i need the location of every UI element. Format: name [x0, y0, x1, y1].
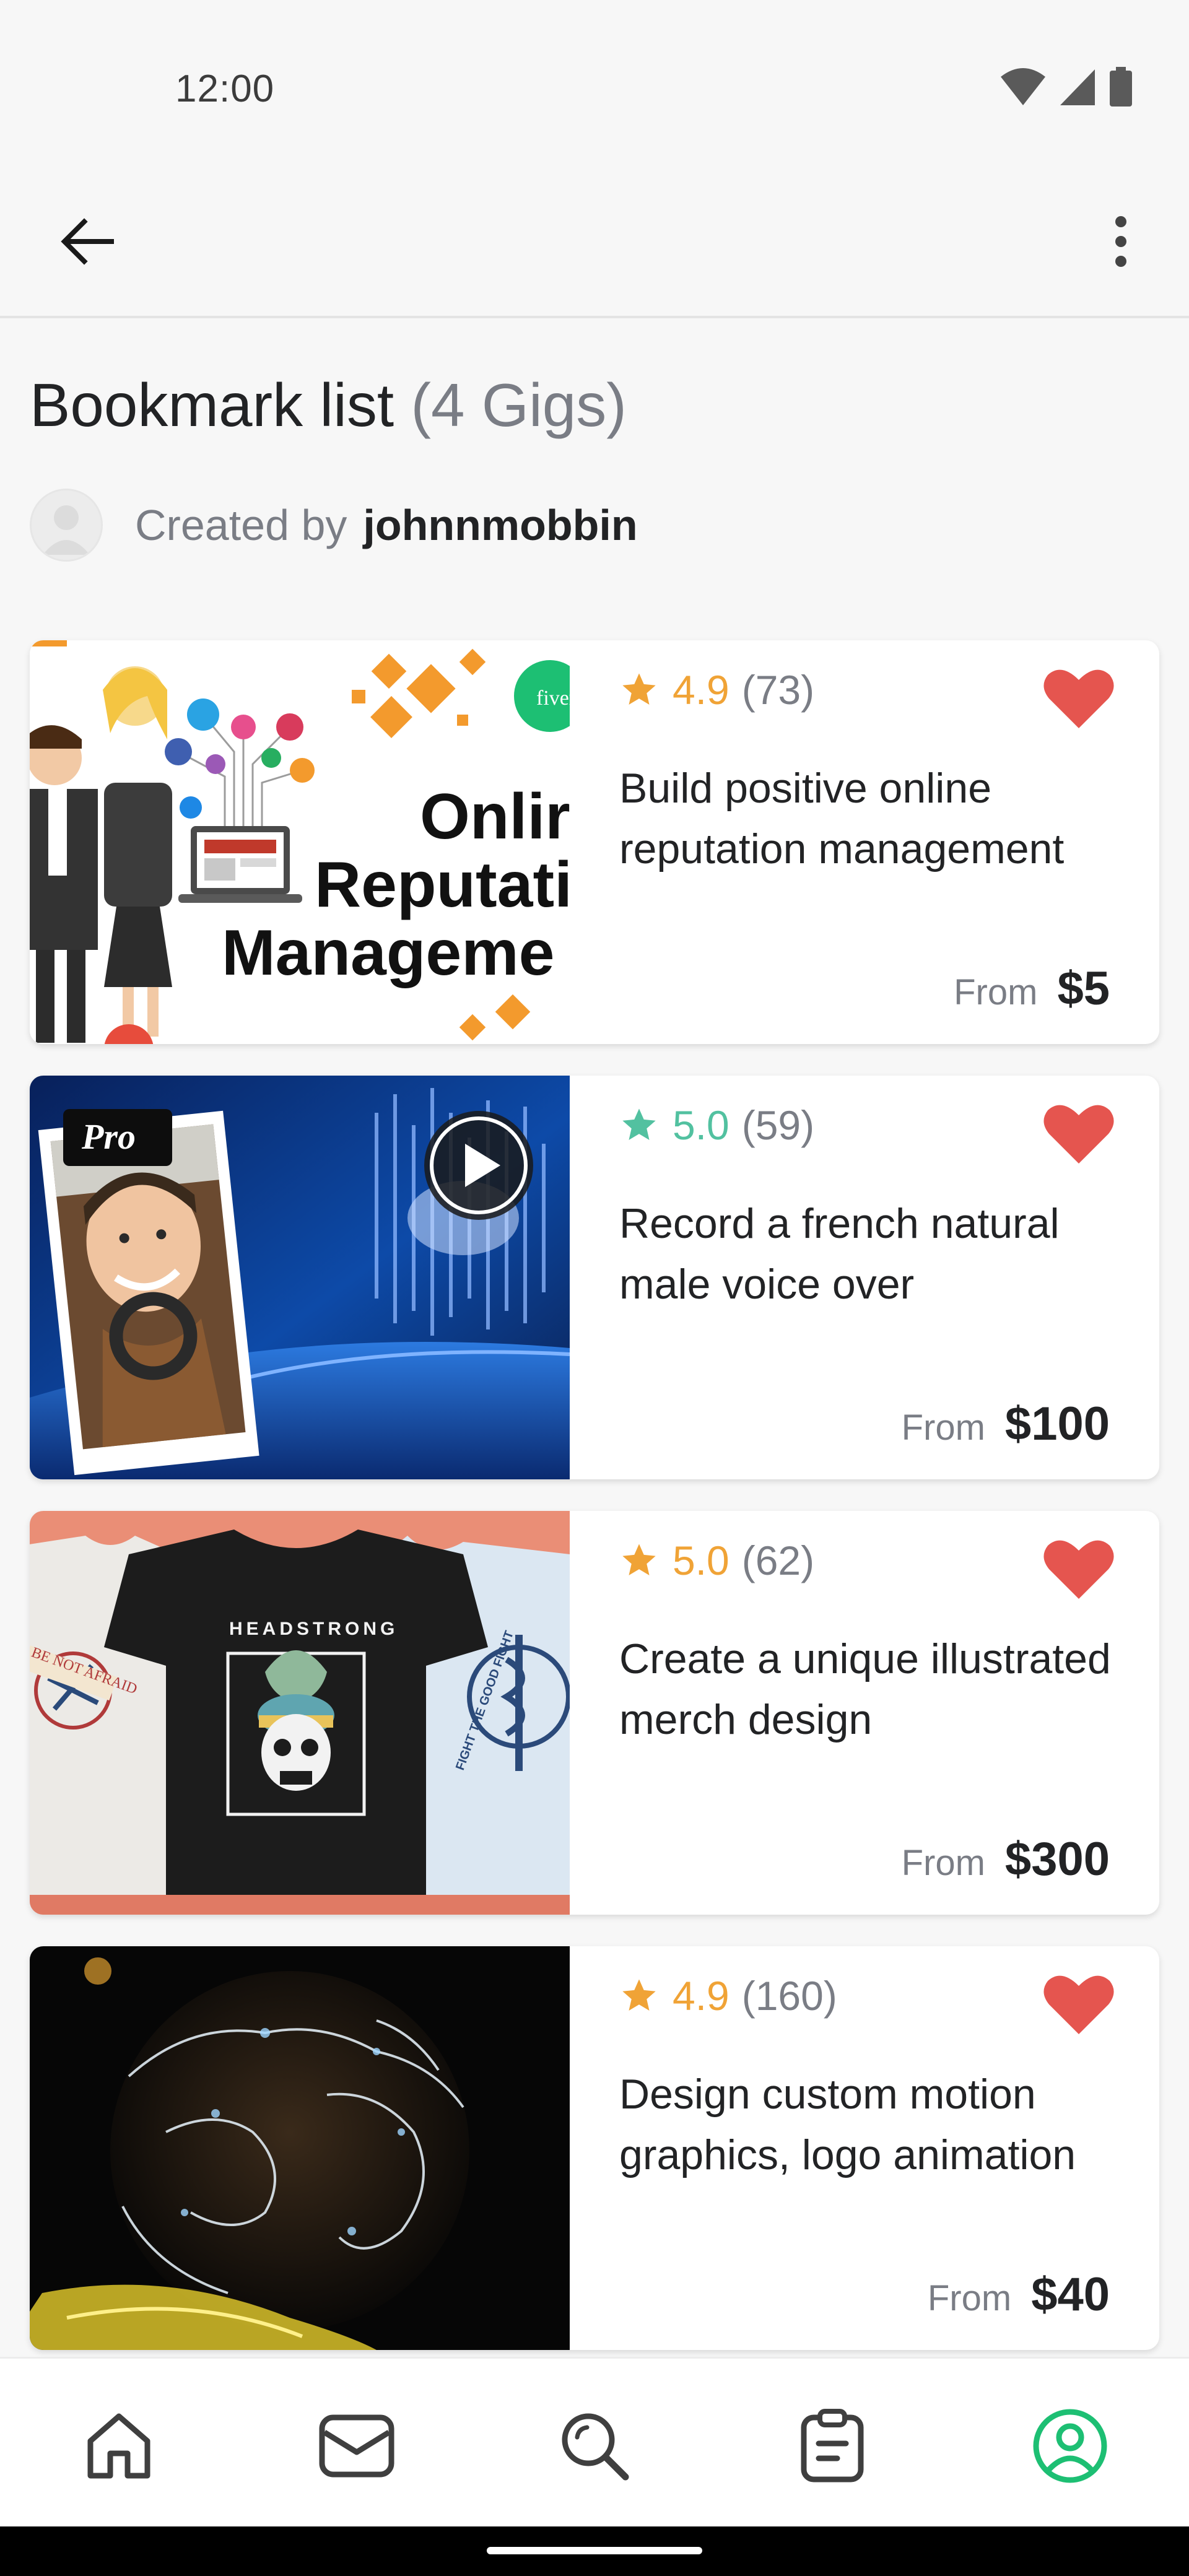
online-reputation-illustration: fiverr O [30, 640, 570, 1044]
rating-score: 5.0 [673, 1538, 730, 1583]
page-title: Bookmark list (4 Gigs) [30, 370, 627, 440]
arrow-back-icon [61, 218, 114, 265]
glowing-globe [30, 1946, 570, 2350]
creator-avatar[interactable] [30, 489, 103, 562]
gig-title[interactable]: Create a unique illustrated merch design [619, 1629, 1133, 1750]
gig-thumbnail[interactable] [30, 1946, 570, 2350]
nav-search[interactable] [551, 2403, 638, 2489]
nav-orders[interactable] [789, 2403, 876, 2489]
gig-thumbnail[interactable]: Pro [30, 1076, 570, 1479]
more-options-button[interactable] [1078, 198, 1164, 285]
app-bar [0, 161, 1189, 318]
gig-rating: 5.0 (59) [619, 1102, 814, 1149]
page-title-text: Bookmark list [30, 371, 394, 439]
mail-icon [319, 2414, 394, 2478]
from-label: From [927, 2278, 1012, 2318]
nav-inbox[interactable] [313, 2403, 400, 2489]
heart-icon[interactable] [1043, 1103, 1115, 1165]
profile-icon [1033, 2409, 1107, 2483]
gig-rating: 5.0 (62) [619, 1537, 814, 1584]
price-row: From $5 [954, 962, 1110, 1016]
gig-card[interactable]: fiverr O [30, 640, 1159, 1044]
gig-title[interactable]: Build positive online reputation managem… [619, 758, 1133, 879]
gig-thumbnail[interactable]: fiverr O [30, 640, 570, 1044]
more-vertical-icon [1115, 216, 1126, 267]
star-icon [622, 1979, 656, 2011]
home-gesture-handle[interactable] [487, 2547, 702, 2554]
battery-icon [1110, 67, 1132, 107]
tshirt-designs: BE NOT AFRAID FIGHT THE GOOD FIGHT HEADS… [30, 1511, 570, 1915]
gig-card[interactable]: Pro 5.0 (59) Record a french natural mal… [30, 1076, 1159, 1479]
nav-home[interactable] [76, 2403, 162, 2489]
review-count: (73) [741, 667, 815, 713]
gig-info[interactable]: 5.0 (62) Create a unique illustrated mer… [570, 1511, 1159, 1915]
gig-info[interactable]: 4.9 (160) Design custom motion graphics,… [570, 1946, 1159, 2350]
back-button[interactable] [43, 198, 130, 285]
gig-rating: 4.9 (73) [619, 666, 814, 713]
pro-badge-text: Pro [81, 1116, 136, 1157]
gig-price: $5 [1057, 962, 1110, 1015]
fiverr-badge-text: fiverr [536, 687, 570, 710]
default-avatar-icon [43, 505, 90, 555]
rating-score: 5.0 [673, 1102, 730, 1148]
created-by-label: Created by [135, 501, 347, 549]
status-time: 12:00 [175, 67, 275, 110]
gig-info[interactable]: 5.0 (59) Record a french natural male vo… [570, 1076, 1159, 1479]
gig-price: $40 [1031, 2268, 1110, 2321]
star-icon [622, 673, 656, 705]
status-icons [1000, 67, 1133, 108]
gig-title[interactable]: Design custom motion graphics, logo anim… [619, 2064, 1133, 2185]
review-count: (160) [741, 1973, 837, 2019]
gig-count: (4 Gigs) [411, 371, 627, 439]
image-text-line3: Manageme [222, 917, 555, 989]
rating-score: 4.9 [673, 667, 730, 713]
play-button[interactable] [424, 1111, 533, 1220]
from-label: From [901, 1408, 985, 1448]
search-icon [562, 2413, 629, 2481]
gig-price: $300 [1004, 1833, 1110, 1886]
heart-icon[interactable] [1043, 668, 1115, 729]
star-icon [622, 1108, 656, 1140]
image-text-line1: Onlir [420, 781, 570, 853]
gig-card[interactable]: 4.9 (160) Design custom motion graphics,… [30, 1946, 1159, 2350]
center-shirt-text: HEADSTRONG [229, 1619, 398, 1639]
price-row: From $40 [928, 2268, 1110, 2321]
rating-score: 4.9 [673, 1973, 730, 2019]
cellular-signal-icon [1060, 69, 1095, 105]
wifi-icon [1001, 68, 1045, 105]
image-text-line2: Reputatic [315, 849, 570, 921]
from-label: From [954, 972, 1038, 1012]
star-icon [622, 1544, 656, 1575]
gig-card[interactable]: BE NOT AFRAID FIGHT THE GOOD FIGHT HEADS… [30, 1511, 1159, 1915]
heart-icon[interactable] [1043, 1538, 1115, 1600]
review-count: (62) [741, 1538, 815, 1583]
gig-info[interactable]: 4.9 (73) Build positive online reputatio… [570, 640, 1159, 1044]
heart-icon[interactable] [1043, 1973, 1115, 2035]
gig-title[interactable]: Record a french natural male voice over [619, 1193, 1133, 1315]
home-icon [87, 2413, 150, 2479]
gig-thumbnail[interactable]: BE NOT AFRAID FIGHT THE GOOD FIGHT HEADS… [30, 1511, 570, 1915]
clipboard-icon [801, 2409, 864, 2482]
gig-rating: 4.9 (160) [619, 1972, 837, 2019]
from-label: From [901, 1843, 985, 1883]
creator-row[interactable]: Created by johnnmobbin [30, 488, 638, 562]
nav-profile[interactable] [1027, 2403, 1113, 2489]
voice-over-portrait: Pro [30, 1076, 570, 1479]
price-row: From $300 [902, 1832, 1110, 1886]
review-count: (59) [741, 1102, 815, 1148]
creator-username[interactable]: johnnmobbin [363, 500, 637, 550]
price-row: From $100 [902, 1397, 1110, 1451]
gig-price: $100 [1004, 1398, 1110, 1450]
